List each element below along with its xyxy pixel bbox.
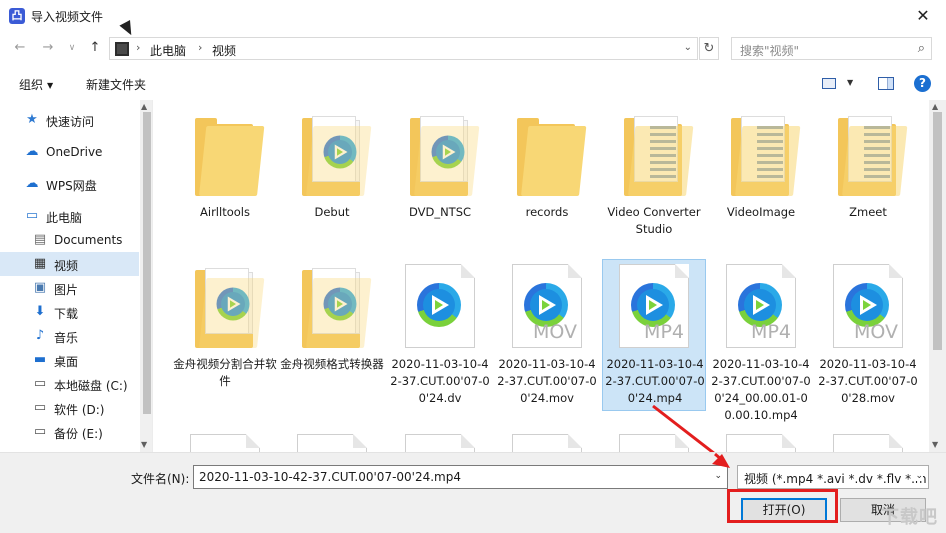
sidebar-item-onedrive[interactable]: ☁ OneDrive [0, 140, 139, 164]
file-type-select[interactable]: 视频 (*.mp4 *.avi *.dv *.flv *.m ⌄ [737, 465, 929, 489]
filename-value: 2020-11-03-10-42-37.CUT.00'07-00'24.mp4 [199, 470, 461, 484]
watermark-logo: 下载吧 [881, 507, 938, 528]
command-toolbar: 组织 ▼ 新建文件夹 ▼ ? [0, 66, 946, 100]
breadcrumb-chevron-icon[interactable]: › [136, 41, 140, 54]
sidebar-item-music[interactable]: ♪ 音乐 [0, 324, 139, 348]
document-icon: ▤ [33, 232, 47, 247]
sidebar-item-label: 备份 (E:) [54, 427, 103, 441]
annotation-arrow [652, 404, 715, 452]
annotation-highlight-box [727, 489, 838, 523]
scroll-down-arrow-icon[interactable]: ▼ [932, 440, 938, 449]
breadcrumb-chevron-icon[interactable]: › [198, 41, 202, 54]
scroll-up-arrow-icon[interactable]: ▲ [932, 102, 938, 111]
help-icon[interactable]: ? [914, 75, 931, 92]
preview-pane-icon[interactable] [878, 77, 894, 90]
file-list-scroll-thumb[interactable] [933, 112, 942, 350]
video-icon: ▦ [33, 256, 47, 271]
recent-locations-chevron-icon[interactable]: ∨ [64, 40, 80, 56]
sidebar-item-label: 图片 [54, 283, 79, 297]
address-bar[interactable]: › 此电脑 › 视频 ⌄ [109, 37, 698, 60]
close-button[interactable]: ✕ [900, 0, 946, 32]
new-folder-button[interactable]: 新建文件夹 [86, 76, 146, 93]
sidebar-item-drive-e[interactable]: ▭ 备份 (E:) [0, 420, 139, 444]
cloud-icon: ☁ [25, 144, 39, 159]
picture-icon: ▣ [33, 280, 47, 295]
sidebar-item-downloads[interactable]: ⬇ 下载 [0, 300, 139, 324]
desktop-icon: ▬ [33, 352, 47, 367]
sidebar-item-label: 软件 (D:) [54, 403, 105, 417]
chevron-down-icon[interactable]: ⌄ [912, 471, 923, 481]
music-note-icon: ♪ [35, 328, 45, 343]
address-dropdown-icon[interactable]: ⌄ [684, 42, 692, 53]
window-title: 导入视频文件 [31, 10, 104, 24]
chevron-down-icon[interactable]: ⌄ [714, 471, 722, 481]
sidebar-item-pictures[interactable]: ▣ 图片 [0, 276, 139, 300]
sidebar-item-label: 快速访问 [46, 115, 95, 129]
file-list: Airlltools Debut DVD_NTSC records Video … [155, 100, 929, 452]
organize-menu[interactable]: 组织 ▼ [19, 76, 53, 93]
sidebar-item-drive-c[interactable]: ▭ 本地磁盘 (C:) [0, 372, 139, 396]
app-icon: 凸 [9, 8, 25, 24]
view-caret-down-icon[interactable]: ▼ [847, 78, 853, 87]
caret-down-icon: ▼ [47, 81, 54, 90]
star-icon: ★ [26, 112, 38, 127]
organize-label: 组织 [19, 78, 44, 92]
video-folder-icon [115, 42, 129, 56]
sidebar-item-quick-access[interactable]: ★ 快速访问 [0, 108, 139, 132]
search-placeholder: 搜索"视频" [740, 44, 800, 58]
drive-icon: ▭ [33, 424, 47, 439]
sidebar-item-wps-drive[interactable]: ☁ WPS网盘 [0, 172, 139, 196]
up-arrow-icon[interactable]: ↑ [87, 40, 103, 56]
sidebar-scroll-thumb[interactable] [143, 112, 151, 414]
cloud-icon: ☁ [25, 176, 39, 191]
sidebar-item-drive-d[interactable]: ▭ 软件 (D:) [0, 396, 139, 420]
scroll-down-arrow-icon[interactable]: ▼ [141, 440, 147, 449]
computer-icon: ▭ [25, 208, 39, 223]
sidebar-item-label: OneDrive [46, 145, 103, 159]
search-icon[interactable]: ⌕ [918, 41, 925, 56]
sidebar-item-label: Documents [54, 233, 123, 247]
sidebar-item-documents[interactable]: ▤ Documents [0, 228, 139, 252]
drive-icon: ▭ [33, 400, 47, 415]
navigation-bar: ← → ∨ ↑ › 此电脑 › 视频 ⌄ ↻ 搜索"视频" ⌕ [0, 32, 946, 64]
navigation-pane: ★ 快速访问 ☁ OneDrive ☁ WPS网盘 ▭ 此电脑 ▤ Docume… [0, 100, 153, 452]
download-icon: ⬇ [34, 304, 46, 319]
refresh-button[interactable]: ↻ [699, 37, 719, 60]
sidebar-item-this-pc[interactable]: ▭ 此电脑 [0, 204, 139, 228]
filename-input[interactable]: 2020-11-03-10-42-37.CUT.00'07-00'24.mp4 … [193, 465, 728, 489]
sidebar-item-label: 视频 [54, 259, 79, 273]
breadcrumb-this-pc[interactable]: 此电脑 [150, 42, 186, 59]
breadcrumb-videos[interactable]: 视频 [212, 42, 236, 59]
sidebar-item-label: 音乐 [54, 331, 79, 345]
title-bar: 凸 导入视频文件 ✕ [0, 0, 946, 32]
back-arrow-icon[interactable]: ← [12, 40, 28, 56]
sidebar-item-videos[interactable]: ▦ 视频 [0, 252, 139, 276]
view-options-icon[interactable] [822, 78, 836, 89]
file-type-value: 视频 (*.mp4 *.avi *.dv *.flv *.m [744, 472, 927, 486]
sidebar-item-label: 此电脑 [46, 211, 83, 225]
scroll-up-arrow-icon[interactable]: ▲ [141, 102, 147, 111]
drive-icon: ▭ [33, 376, 47, 391]
sidebar-item-label: 下载 [54, 307, 79, 321]
forward-arrow-icon[interactable]: → [40, 40, 56, 56]
sidebar-item-desktop[interactable]: ▬ 桌面 [0, 348, 139, 372]
sidebar-item-label: 桌面 [54, 355, 79, 369]
search-input[interactable]: 搜索"视频" ⌕ [731, 37, 932, 60]
filename-label: 文件名(N): [131, 472, 190, 486]
sidebar-item-label: 本地磁盘 (C:) [54, 379, 128, 393]
sidebar-item-label: WPS网盘 [46, 179, 97, 193]
